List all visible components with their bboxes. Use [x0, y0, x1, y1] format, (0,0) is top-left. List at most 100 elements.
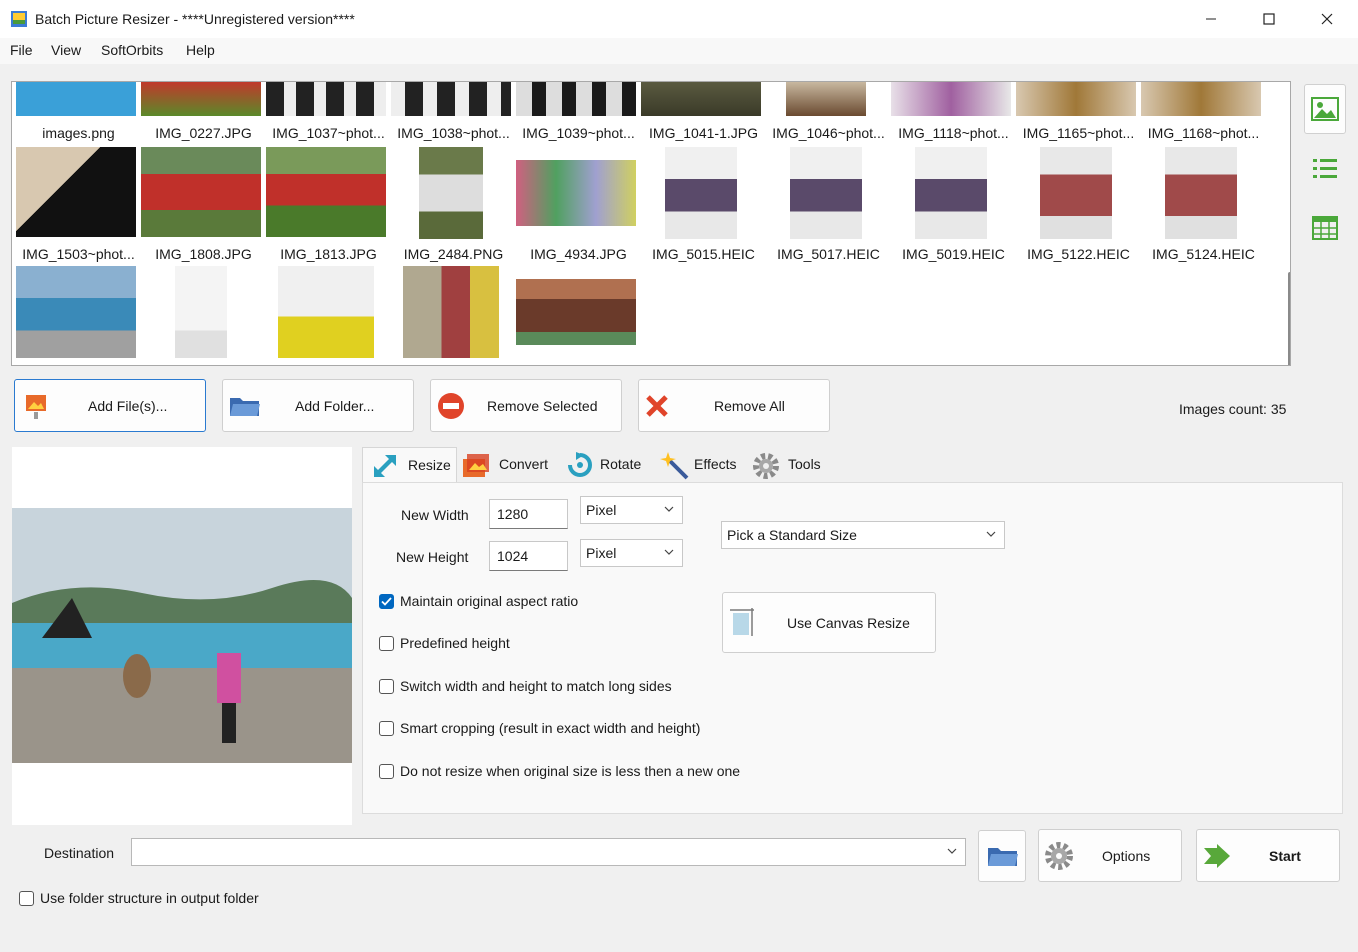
tab-resize[interactable]: Resize: [362, 447, 457, 483]
magic-wand-icon: [660, 452, 689, 480]
thumbnail[interactable]: IMG_5019.HEIC: [891, 147, 1016, 267]
thumbnail-view-button[interactable]: [1304, 84, 1346, 134]
list-icon: [1313, 159, 1337, 178]
tab-effects-label: Effects: [694, 456, 737, 472]
table-view-button[interactable]: [1304, 208, 1346, 248]
thumbnail-image: [403, 266, 499, 358]
thumbnail-scrollbar[interactable]: [1288, 272, 1290, 365]
thumbnail[interactable]: [141, 266, 266, 365]
thumbnail-image: [915, 147, 987, 239]
thumbnail-panel[interactable]: images.png IMG_0227.JPG IMG_1037~phot...…: [11, 81, 1291, 366]
height-unit-value: Pixel: [586, 545, 617, 561]
thumbnail-image: [391, 82, 511, 116]
chevron-down-icon: [664, 549, 674, 555]
checkmark-icon: [381, 596, 392, 606]
predefined-height-checkbox[interactable]: Predefined height: [379, 635, 510, 651]
folder-structure-label: Use folder structure in output folder: [40, 890, 259, 906]
thumbnail-caption: IMG_1808.JPG: [155, 246, 252, 262]
minimize-button[interactable]: [1182, 0, 1240, 38]
smart-cropping-label: Smart cropping (result in exact width an…: [400, 720, 701, 736]
thumbnail[interactable]: [391, 266, 516, 365]
thumbnail[interactable]: IMG_5124.HEIC: [1141, 147, 1266, 267]
thumbnail-image: [419, 147, 483, 239]
smart-cropping-checkbox[interactable]: Smart cropping (result in exact width an…: [379, 720, 700, 736]
menu-softorbits[interactable]: SoftOrbits: [101, 42, 163, 58]
window-title: Batch Picture Resizer - ****Unregistered…: [35, 11, 355, 27]
remove-all-button[interactable]: Remove All: [638, 379, 830, 432]
chevron-down-icon: [947, 848, 957, 854]
thumbnail[interactable]: IMG_2484.PNG: [391, 147, 516, 267]
thumbnail[interactable]: [16, 266, 141, 365]
start-button[interactable]: Start: [1196, 829, 1340, 882]
new-height-input[interactable]: 1024: [489, 541, 568, 571]
thumbnail-caption: IMG_5017.HEIC: [777, 246, 880, 262]
remove-selected-label: Remove Selected: [487, 397, 598, 414]
options-button[interactable]: Options: [1038, 829, 1182, 882]
images-count: Images count: 35: [1179, 401, 1287, 417]
tab-effects[interactable]: Effects: [652, 447, 744, 483]
thumbnail[interactable]: IMG_1808.JPG: [141, 147, 266, 267]
thumbnail[interactable]: IMG_4934.JPG: [516, 147, 641, 267]
tab-tools-label: Tools: [788, 456, 821, 472]
thumbnail-image: [141, 147, 261, 237]
thumbnail-image: [641, 82, 761, 116]
close-icon: [1321, 13, 1333, 25]
new-width-input[interactable]: 1280: [489, 499, 568, 529]
width-unit-value: Pixel: [586, 502, 617, 518]
app-icon: [11, 11, 27, 27]
thumbnail-image: [516, 279, 636, 345]
add-files-button[interactable]: Add File(s)...: [14, 379, 206, 432]
thumbnail-caption: IMG_1038~phot...: [397, 125, 510, 141]
list-view-button[interactable]: [1304, 148, 1346, 188]
no-upscale-checkbox[interactable]: Do not resize when original size is less…: [379, 763, 740, 779]
browse-folder-button[interactable]: [978, 830, 1026, 882]
tab-convert[interactable]: Convert: [457, 447, 555, 483]
thumbnail-caption: IMG_5124.HEIC: [1152, 246, 1255, 262]
remove-all-label: Remove All: [714, 397, 785, 414]
thumbnail[interactable]: [516, 266, 641, 365]
canvas-resize-button[interactable]: Use Canvas Resize: [722, 592, 936, 653]
thumbnail[interactable]: [266, 266, 391, 365]
thumbnail-image: [266, 147, 386, 237]
tab-rotate[interactable]: Rotate: [558, 447, 650, 483]
thumbnail-caption: IMG_2484.PNG: [403, 246, 504, 262]
switch-sides-checkbox[interactable]: Switch width and height to match long si…: [379, 678, 672, 694]
tab-tools[interactable]: Tools: [746, 447, 830, 483]
width-unit-select[interactable]: Pixel: [580, 496, 683, 524]
thumbnail-image: [516, 82, 636, 116]
image-preview: [12, 447, 352, 825]
maintain-aspect-label: Maintain original aspect ratio: [400, 593, 579, 609]
thumbnail-caption: IMG_4934.JPG: [530, 246, 627, 262]
menu-view[interactable]: View: [51, 42, 81, 58]
predefined-height-label: Predefined height: [400, 635, 510, 651]
destination-input[interactable]: [131, 838, 966, 866]
thumbnail[interactable]: IMG_5017.HEIC: [766, 147, 891, 267]
folder-structure-checkbox[interactable]: Use folder structure in output folder: [19, 890, 259, 906]
thumbnail-caption: IMG_1118~phot...: [898, 125, 1009, 141]
thumbnail[interactable]: IMG_1503~phot...: [16, 147, 141, 267]
thumbnail-caption: images.png: [42, 125, 115, 141]
maximize-button[interactable]: [1240, 0, 1298, 38]
resize-icon: [374, 455, 396, 477]
thumbnail[interactable]: IMG_1813.JPG: [266, 147, 391, 267]
preview-image: [12, 508, 352, 763]
remove-selected-button[interactable]: Remove Selected: [430, 379, 622, 432]
thumbnail-image: [16, 82, 136, 116]
maintain-aspect-checkbox[interactable]: Maintain original aspect ratio: [379, 593, 578, 609]
add-folder-button[interactable]: Add Folder...: [222, 379, 414, 432]
minimize-icon: [1206, 18, 1216, 20]
checkbox-box: [379, 678, 394, 694]
menu-file[interactable]: File: [10, 42, 33, 58]
thumbnail-caption: IMG_5122.HEIC: [1027, 246, 1130, 262]
standard-size-select[interactable]: Pick a Standard Size: [721, 521, 1005, 549]
thumbnail[interactable]: IMG_5122.HEIC: [1016, 147, 1141, 267]
thumbnail[interactable]: IMG_5015.HEIC: [641, 147, 766, 267]
menu-help[interactable]: Help: [186, 42, 215, 58]
close-button[interactable]: [1298, 0, 1356, 38]
checkbox-box: [19, 890, 34, 906]
checkbox-box: [379, 635, 394, 651]
thumbnail-image: [516, 160, 636, 226]
height-unit-select[interactable]: Pixel: [580, 539, 683, 567]
folder-icon: [230, 398, 260, 416]
x-icon: [646, 395, 668, 417]
